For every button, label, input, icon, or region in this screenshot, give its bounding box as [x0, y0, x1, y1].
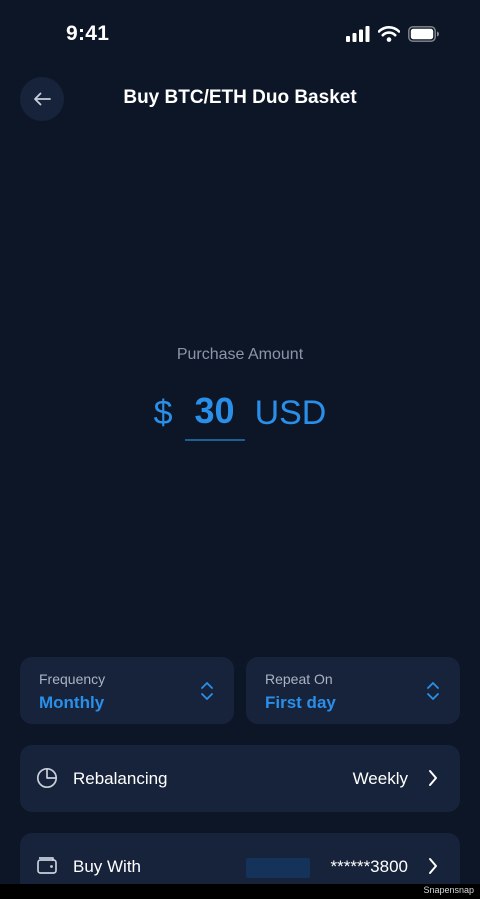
- wallet-icon: [37, 857, 57, 874]
- watermark-strip: Snapensnap: [0, 884, 480, 899]
- frequency-value: Monthly: [39, 693, 105, 712]
- currency-symbol: $: [153, 394, 173, 432]
- buy-with-label: Buy With: [73, 857, 142, 876]
- chevron-right-icon: [429, 770, 437, 786]
- rebalancing-value: Weekly: [352, 769, 408, 788]
- purchase-amount-label: Purchase Amount: [176, 346, 304, 363]
- frequency-select[interactable]: Frequency Monthly: [20, 657, 234, 724]
- chevron-up-down-icon: [427, 682, 439, 700]
- page-title: Buy BTC/ETH Duo Basket: [123, 87, 357, 108]
- amount-input[interactable]: 30: [184, 390, 245, 441]
- repeat-on-select[interactable]: Repeat On First day: [246, 657, 460, 724]
- signal-icon: [346, 26, 370, 42]
- header: Buy BTC/ETH Duo Basket: [0, 77, 480, 123]
- status-bar: 9:41: [0, 0, 480, 70]
- purchase-amount-row: $ 30 USD: [0, 390, 480, 442]
- battery-icon: [408, 26, 439, 42]
- watermark: Snapensnap: [423, 885, 474, 895]
- rebalancing-label: Rebalancing: [73, 769, 168, 788]
- chevron-right-icon: [429, 858, 437, 874]
- repeat-on-value: First day: [265, 693, 336, 712]
- repeat-on-label: Repeat On: [265, 671, 333, 687]
- status-icons: [346, 26, 440, 42]
- chevron-up-down-icon: [201, 682, 213, 700]
- currency-code: USD: [254, 394, 327, 432]
- rebalancing-row[interactable]: Rebalancing Weekly: [20, 745, 460, 812]
- masked-account-bar: [246, 858, 310, 878]
- status-time: 9:41: [66, 22, 110, 45]
- pie-chart-icon: [36, 767, 58, 789]
- wifi-icon: [378, 26, 400, 42]
- frequency-label: Frequency: [39, 671, 106, 687]
- buy-with-value: ******3800: [330, 857, 408, 876]
